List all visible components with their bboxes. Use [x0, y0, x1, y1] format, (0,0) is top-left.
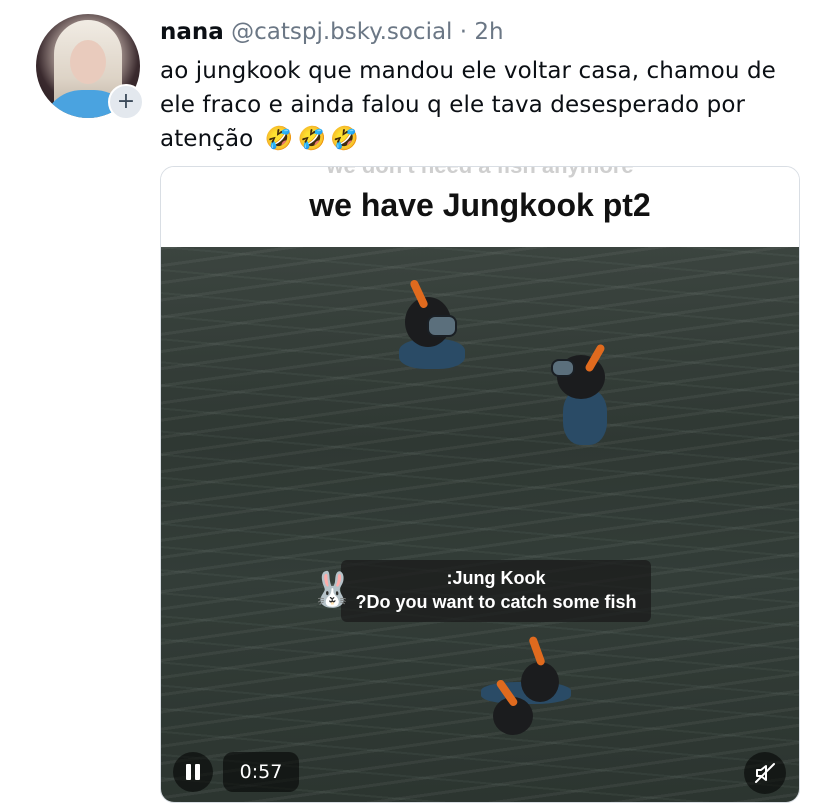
pause-button[interactable] — [173, 752, 213, 792]
rofl-emoji: 🤣 — [297, 126, 327, 152]
avatar-container[interactable]: + — [36, 14, 144, 120]
video-partial-text: we don't need a fish anymore — [161, 167, 799, 179]
pause-icon — [195, 764, 200, 780]
subtitle-text: ?Do you want to catch some fish — [355, 592, 637, 612]
post-header: nana @catspj.bsky.social · 2h — [160, 17, 504, 47]
post-body: ao jungkook que mandou ele voltar casa, … — [160, 54, 810, 156]
subtitle-speaker: :Jung Kook — [446, 568, 546, 588]
video-frame[interactable]: :Jung Kook ?Do you want to catch some fi… — [161, 247, 799, 802]
avatar-face — [70, 40, 106, 84]
follow-plus-icon[interactable]: + — [108, 84, 144, 120]
mute-button[interactable] — [744, 752, 786, 794]
video-banner: we don't need a fish anymore we have Jun… — [161, 167, 799, 247]
post-timestamp[interactable]: 2h — [474, 19, 503, 45]
display-name[interactable]: nana — [160, 19, 224, 45]
rofl-emoji: 🤣 — [264, 126, 294, 152]
muted-speaker-icon — [755, 763, 775, 783]
video-title: we have Jungkook pt2 — [309, 187, 651, 223]
swimmer — [481, 635, 601, 752]
pause-icon — [186, 764, 191, 780]
separator-dot: · — [459, 19, 468, 45]
swimmer — [393, 278, 473, 377]
video-time: 0:57 — [223, 752, 299, 792]
rofl-emoji: 🤣 — [330, 126, 360, 152]
post-text: ao jungkook que mandou ele voltar casa, … — [160, 58, 776, 152]
video-embed[interactable]: we don't need a fish anymore we have Jun… — [160, 166, 800, 803]
user-handle[interactable]: @catspj.bsky.social — [231, 19, 452, 45]
subtitle-box: :Jung Kook ?Do you want to catch some fi… — [341, 560, 651, 622]
rabbit-emoji: 🐰 — [311, 570, 354, 610]
swimmer — [549, 343, 619, 447]
